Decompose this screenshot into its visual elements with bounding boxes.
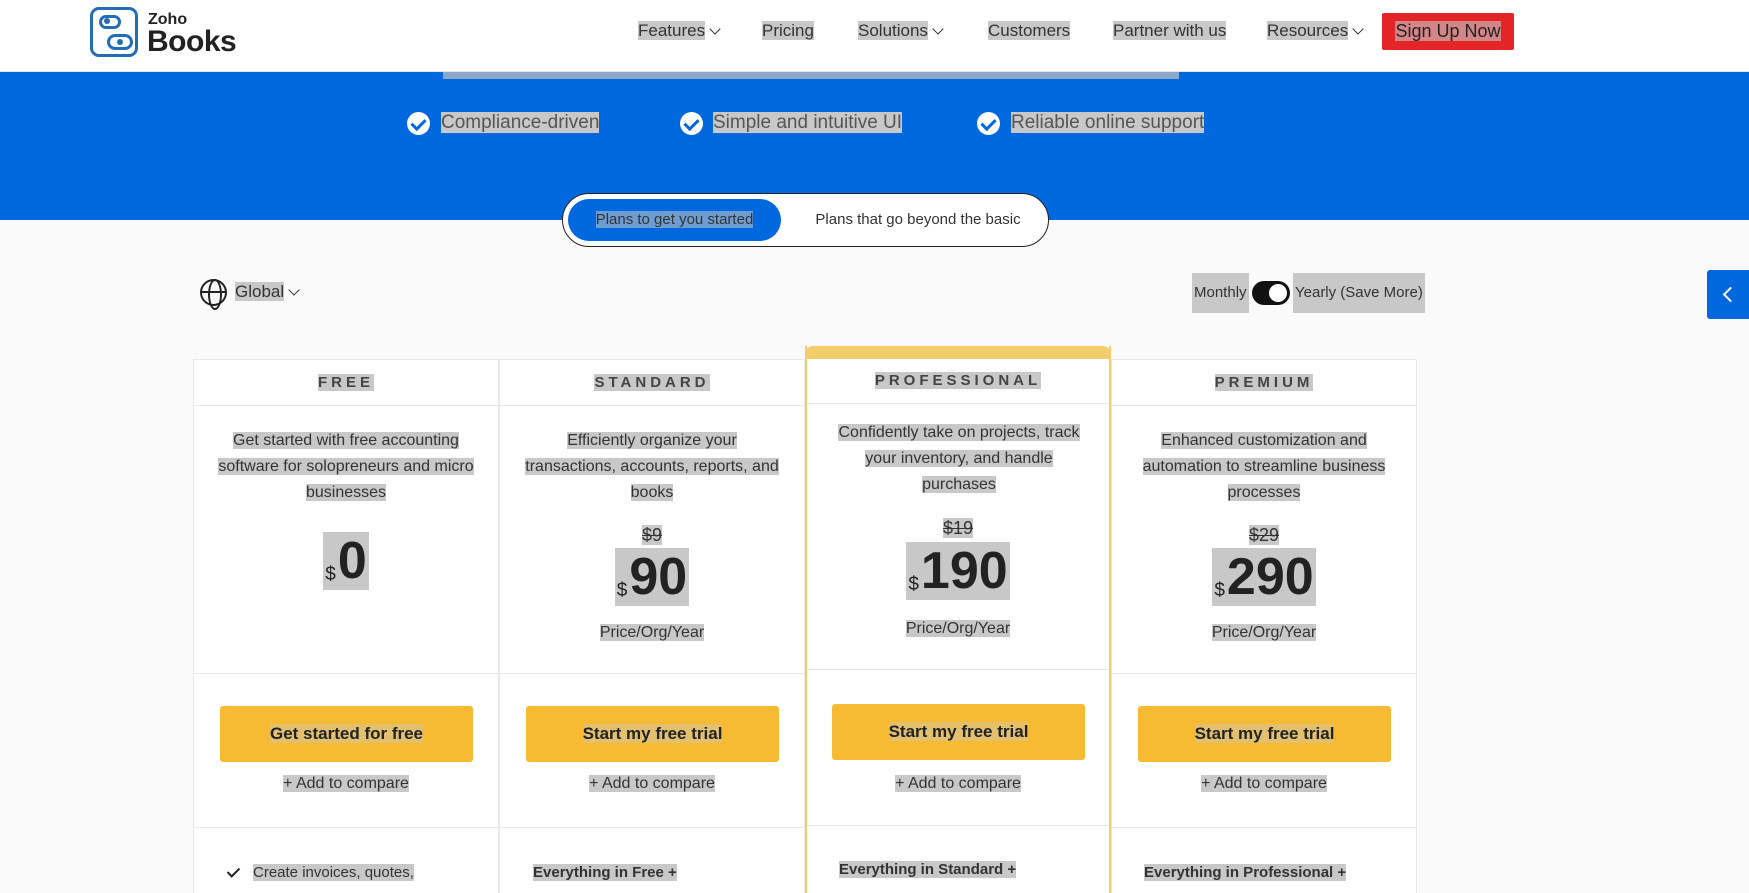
hero-feature: Simple and intuitive UI <box>713 112 903 133</box>
side-panel-toggle[interactable] <box>1707 270 1749 319</box>
chevron-down-icon <box>1352 23 1364 35</box>
plan-tab-switcher: Plans to get you started Plans that go b… <box>562 193 1049 247</box>
plan-description: Efficiently organize your transactions, … <box>525 432 779 501</box>
check-icon <box>226 864 241 878</box>
nav-solutions[interactable]: Solutions <box>856 19 944 43</box>
nav-solutions-label: Solutions <box>858 21 928 40</box>
globe-icon[interactable] <box>200 279 227 310</box>
books-logo-icon <box>90 7 138 57</box>
region-selector[interactable]: Global <box>235 280 300 304</box>
nav-resources[interactable]: Resources <box>1265 19 1364 43</box>
plan-price: $0 <box>323 532 369 590</box>
sign-up-button[interactable]: Sign Up Now <box>1382 13 1514 50</box>
region-label: Global <box>235 282 285 301</box>
plan-price: $290 <box>1212 548 1316 606</box>
check-circle-icon <box>680 112 703 135</box>
nav-partner[interactable]: Partner with us <box>1111 19 1228 43</box>
plan-period: Price/Org/Year <box>599 624 705 641</box>
hero-feature: Compliance-driven <box>441 112 600 133</box>
plan-price: $190 <box>906 542 1010 600</box>
plan-card-standard: STANDARD Efficiently organize your trans… <box>499 359 805 893</box>
start-free-trial-button[interactable]: Start my free trial <box>832 704 1085 760</box>
nav-customers[interactable]: Customers <box>986 19 1072 43</box>
check-circle-icon <box>977 112 1000 135</box>
billing-toggle-switch[interactable] <box>1252 281 1290 305</box>
nav-pricing-label: Pricing <box>762 21 814 40</box>
logo-product: Books <box>147 25 237 58</box>
start-free-trial-button[interactable]: Start my free trial <box>1138 706 1391 762</box>
tab-plans-started[interactable]: Plans to get you started <box>568 199 781 241</box>
check-circle-icon <box>407 112 430 135</box>
site-header: Zoho Books Features Pricing Solutions Cu… <box>0 0 1749 72</box>
billing-monthly-label[interactable]: Monthly <box>1192 273 1249 313</box>
start-free-trial-button[interactable]: Start my free trial <box>526 706 779 762</box>
plan-name: PROFESSIONAL <box>874 372 1042 389</box>
plan-card-premium: PREMIUM Enhanced customization and autom… <box>1111 359 1417 893</box>
plan-name: FREE <box>317 374 374 391</box>
nav-resources-label: Resources <box>1267 21 1349 40</box>
plan-feature-header: Everything in Free + <box>533 864 677 881</box>
plan-description: Get started with free accounting softwar… <box>218 432 474 501</box>
chevron-down-icon <box>932 23 944 35</box>
plan-name: PREMIUM <box>1214 374 1314 391</box>
nav-pricing[interactable]: Pricing <box>760 19 816 43</box>
plan-period: Price/Org/Year <box>1211 624 1317 641</box>
plan-old-price: $19 <box>942 518 974 538</box>
plan-price: $90 <box>614 548 690 606</box>
add-to-compare-link[interactable]: + Add to compare <box>807 775 1109 793</box>
recommended-band <box>805 346 1111 359</box>
plan-feature-header: Everything in Standard + <box>839 861 1017 878</box>
billing-yearly-label[interactable]: Yearly (Save More) <box>1293 273 1425 313</box>
sign-up-label: Sign Up Now <box>1395 21 1501 41</box>
plan-old-price: $9 <box>641 525 663 545</box>
plan-feature-item: Create invoices, quotes, <box>253 864 414 881</box>
nav-partner-label: Partner with us <box>1113 21 1227 40</box>
zoho-books-logo[interactable]: Zoho Books <box>90 7 237 59</box>
plan-description: Confidently take on projects, track your… <box>838 424 1080 493</box>
plan-description: Enhanced customization and automation to… <box>1142 432 1386 501</box>
hero-divider <box>443 72 1179 79</box>
plan-old-price: $29 <box>1248 525 1280 545</box>
plan-feature-header: Everything in Professional + <box>1144 864 1347 881</box>
plan-card-free: FREE Get started with free accounting so… <box>193 359 499 893</box>
chevron-down-icon <box>288 284 300 296</box>
plan-name: STANDARD <box>594 374 710 391</box>
nav-features-label: Features <box>638 21 706 40</box>
plan-period: Price/Org/Year <box>905 620 1011 637</box>
add-to-compare-link[interactable]: + Add to compare <box>500 775 804 793</box>
get-started-free-button[interactable]: Get started for free <box>220 706 473 762</box>
add-to-compare-link[interactable]: + Add to compare <box>194 775 498 793</box>
hero-feature: Reliable online support <box>1011 112 1205 133</box>
tab-plans-beyond[interactable]: Plans that go beyond the basic <box>803 199 1033 241</box>
add-to-compare-link[interactable]: + Add to compare <box>1112 775 1416 793</box>
nav-customers-label: Customers <box>988 21 1071 40</box>
chevron-down-icon <box>709 23 721 35</box>
plan-card-professional: PROFESSIONAL Confidently take on project… <box>805 346 1111 893</box>
nav-features[interactable]: Features <box>636 19 721 43</box>
